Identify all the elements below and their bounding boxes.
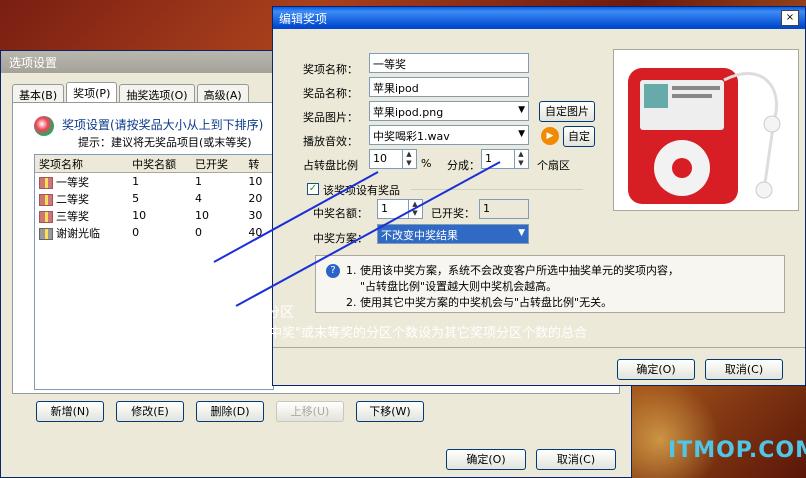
annotation-ratio: 设置当前奖项占转盘画面比例 [42,269,224,285]
watermark: ITMOP.COM [668,438,806,463]
annotation-parts: 在转盘画面中将当前奖项绘制成多个分区 [42,305,294,321]
annotation-lines [213,161,501,307]
annotation-advice: 为获得较好的转盘画面效果，建议将"未中奖"或末等奖的分区个数设为其它奖项分区个数… [42,326,587,341]
